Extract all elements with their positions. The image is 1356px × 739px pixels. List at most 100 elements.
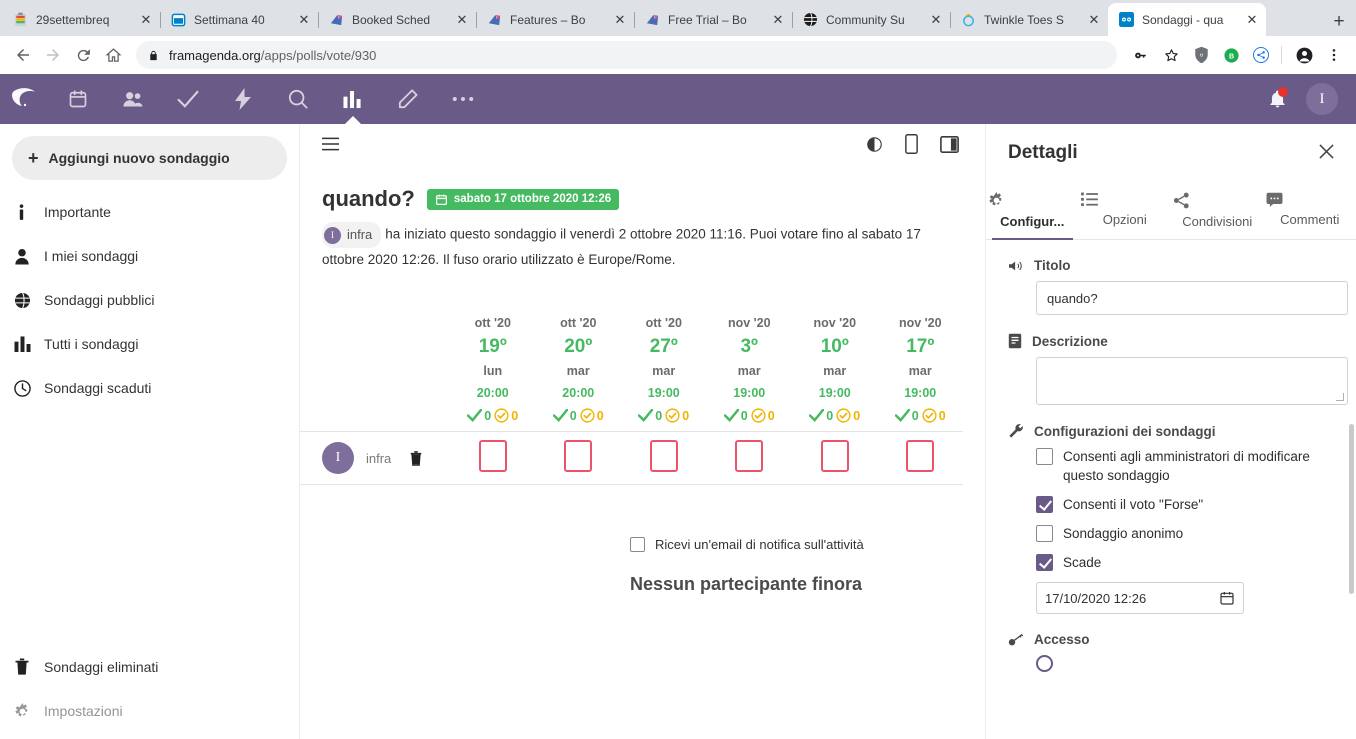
config-option-row[interactable]: Scade [1036,553,1338,572]
browser-tab[interactable]: Booked Sched ✕ [318,3,477,36]
yes-count-value: 0 [911,408,919,423]
tab-close-button[interactable]: ✕ [1244,12,1260,28]
vote-cell[interactable] [707,432,793,485]
tab-close-button[interactable]: ✕ [138,12,154,28]
description-section: Descrizione [1008,333,1348,405]
sidebar-item-sondaggi-scaduti[interactable]: Sondaggi scaduti [0,366,299,410]
config-option-row[interactable]: Sondaggio anonimo [1036,524,1338,543]
vote-box[interactable] [564,439,593,472]
vote-cell[interactable] [878,432,964,485]
browser-tab[interactable]: Free Trial – Bo ✕ [634,3,793,36]
maybe-count-value: 0 [938,408,946,423]
vote-box[interactable] [649,439,678,472]
omnibar-actions: ᵾ B [1125,41,1348,69]
tab-close-button[interactable]: ✕ [296,12,312,28]
clock-icon [14,379,44,397]
expiry-date-input[interactable]: 17/10/2020 12:26 [1036,582,1244,614]
bell-icon[interactable] [1258,80,1296,118]
sidebar-item-label: Sondaggi pubblici [44,292,155,308]
tasks-app-icon[interactable] [160,74,215,124]
vote-option-header: nov '20 3º mar 19:00 0 0 [707,312,793,432]
search-app-icon[interactable] [270,74,325,124]
sidebar-item-sondaggi-eliminati[interactable]: Sondaggi eliminati [0,645,299,689]
details-scrollbar[interactable] [1349,424,1354,594]
back-button[interactable] [8,40,38,70]
new-tab-button[interactable]: + [1322,8,1356,36]
vote-cell[interactable] [450,432,536,485]
sidebar-item-i-miei-sondaggi[interactable]: I miei sondaggi [0,234,299,278]
vote-box[interactable] [735,439,764,472]
sidebar-toggle-icon[interactable] [940,135,959,153]
browser-tab[interactable]: Twinkle Toes S ✕ [950,3,1109,36]
browser-tab[interactable]: Settimana 40 ✕ [160,3,319,36]
tab-close-button[interactable]: ✕ [454,12,470,28]
sidebar-item-tutti-i-sondaggi[interactable]: Tutti i sondaggi [0,322,299,366]
notify-row[interactable]: Ricevi un'email di notifica sull'attivit… [300,485,985,552]
checkbox[interactable] [1036,496,1053,513]
browser-tab[interactable]: 29settembreq ✕ [2,3,161,36]
list-icon [1080,192,1170,207]
polls-app-icon[interactable] [325,74,380,124]
trash-icon[interactable] [409,450,423,466]
access-radio-row[interactable] [1036,655,1338,672]
notify-label: Ricevi un'email di notifica sull'attivit… [655,537,864,552]
vote-box[interactable] [906,439,935,472]
contrast-icon[interactable] [866,136,883,153]
avatar[interactable]: I [1306,83,1338,115]
calendar-app-icon[interactable] [50,74,105,124]
browser-tab-title: Features – Bo [510,12,586,27]
browser-tab[interactable]: Features – Bo ✕ [476,3,635,36]
share-circle-icon[interactable] [1247,41,1275,69]
checkbox[interactable] [1036,554,1053,571]
home-button[interactable] [98,40,128,70]
contacts-app-icon[interactable] [105,74,160,124]
vote-cell[interactable] [792,432,878,485]
reload-button[interactable] [68,40,98,70]
notify-checkbox[interactable] [630,537,645,552]
mobile-view-icon[interactable] [905,134,918,154]
title-input[interactable]: quando? [1036,281,1348,315]
profile-icon[interactable] [1290,41,1318,69]
radio-icon[interactable] [1036,655,1053,672]
expiry-badge: sabato 17 ottobre 2020 12:26 [426,188,620,210]
checkbox[interactable] [1036,448,1053,465]
key-icon[interactable] [1127,41,1155,69]
vote-box[interactable] [478,439,507,472]
vote-cell[interactable] [536,432,622,485]
tab-close-button[interactable]: ✕ [1086,12,1102,28]
sidebar-item-importante[interactable]: Importante [0,190,299,234]
vote-box[interactable] [820,439,849,472]
tab-close-button[interactable]: ✕ [928,12,944,28]
config-option-row[interactable]: Consenti agli amministratori di modifica… [1036,447,1338,485]
sidebar-item-sondaggi-pubblici[interactable]: Sondaggi pubblici [0,278,299,322]
notes-app-icon[interactable] [380,74,435,124]
tab-close-button[interactable]: ✕ [770,12,786,28]
sidebar-item-impostazioni[interactable]: Impostazioni [0,689,299,733]
owner-chip[interactable]: I infra [322,222,382,248]
tab-configur[interactable]: Configur... [986,188,1079,240]
vote-cell[interactable] [621,432,707,485]
browser-tab[interactable]: Sondaggi - qua ✕ [1108,3,1266,36]
star-icon[interactable] [1157,41,1185,69]
framagenda-logo[interactable] [0,85,50,113]
ublock-shield-icon[interactable]: ᵾ [1187,41,1215,69]
forward-button[interactable] [38,40,68,70]
config-option-row[interactable]: Consenti il voto "Forse" [1036,495,1338,514]
add-poll-button[interactable]: + Aggiungi nuovo sondaggio [12,136,287,180]
calendar-icon[interactable] [1219,590,1235,606]
browser-tab[interactable]: Community Su ✕ [792,3,951,36]
tab-close-button[interactable]: ✕ [612,12,628,28]
description-textarea[interactable] [1036,357,1348,405]
tab-condivisioni[interactable]: Condivisioni [1171,188,1264,239]
checkbox[interactable] [1036,525,1053,542]
bitwarden-icon[interactable]: B [1217,41,1245,69]
activity-app-icon[interactable] [215,74,270,124]
title-section-head: Titolo [1008,258,1338,273]
tab-commenti[interactable]: Commenti [1264,188,1356,239]
more-apps-icon[interactable] [435,74,490,124]
tab-opzioni[interactable]: Opzioni [1079,188,1172,239]
address-bar[interactable]: framagenda.org/apps/polls/vote/930 [136,41,1117,69]
hamburger-icon[interactable] [322,137,339,151]
menu-dots-icon[interactable] [1320,41,1348,69]
close-icon[interactable] [1315,142,1338,161]
